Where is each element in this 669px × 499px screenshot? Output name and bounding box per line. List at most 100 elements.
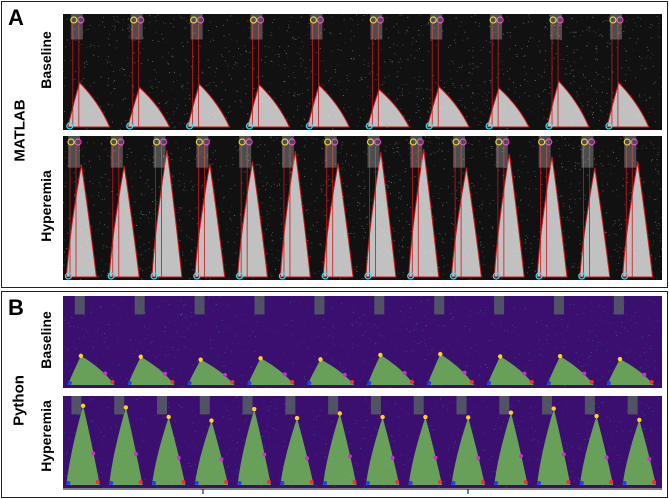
end-dot xyxy=(230,380,235,384)
end-dot xyxy=(181,480,186,484)
valley-dot xyxy=(365,481,370,485)
flare xyxy=(254,296,265,315)
peak-dot xyxy=(198,357,203,362)
panel-b-method-label: Python xyxy=(10,375,28,426)
flare xyxy=(370,396,381,415)
mid-dot xyxy=(518,454,523,459)
valley-dot xyxy=(109,481,114,485)
mid-dot xyxy=(561,452,566,457)
flare xyxy=(370,14,383,40)
peak-dot xyxy=(258,356,263,361)
flare xyxy=(285,396,296,415)
panel-a-method-label: MATLAB xyxy=(11,99,29,162)
end-dot xyxy=(170,380,175,384)
mid-dot xyxy=(647,456,652,461)
valley-dot xyxy=(67,381,72,385)
valley-dot xyxy=(537,481,542,485)
flare xyxy=(281,136,294,168)
peak-dot xyxy=(497,354,503,359)
mid-dot xyxy=(133,451,138,456)
flare xyxy=(194,296,205,315)
mid-dot xyxy=(219,457,224,462)
valley-dot xyxy=(546,381,551,385)
peak-dot xyxy=(465,415,471,420)
flare xyxy=(114,396,125,415)
peak-dot xyxy=(318,357,323,362)
panel-a-letter: A xyxy=(8,5,24,30)
flare xyxy=(70,14,83,40)
end-dot xyxy=(469,380,474,384)
flare xyxy=(584,396,595,415)
mid-dot xyxy=(522,371,527,376)
peak-dot xyxy=(294,415,300,421)
peak-dot xyxy=(557,353,563,359)
peak-dot xyxy=(617,356,623,362)
panel-b-baseline-spectrogram xyxy=(63,296,662,388)
panel-b-row1-label: Baseline xyxy=(38,311,54,369)
peak-dot xyxy=(380,414,385,420)
panel-b-row2-label: Hyperemia xyxy=(38,400,54,472)
flare xyxy=(134,296,145,315)
end-dot xyxy=(224,480,229,484)
valley-dot xyxy=(579,481,584,485)
end-dot xyxy=(649,380,654,384)
flare xyxy=(613,296,624,315)
flare xyxy=(68,136,81,168)
panel-b-hyperemia-spectrogram xyxy=(63,396,662,488)
flare xyxy=(410,136,423,168)
valley-dot xyxy=(494,481,499,485)
mid-dot xyxy=(342,372,347,377)
end-dot xyxy=(529,380,534,384)
flare xyxy=(250,14,263,40)
panel-a-row1-label: Baseline xyxy=(38,31,54,89)
mid-dot xyxy=(103,371,108,376)
valley-dot xyxy=(247,381,252,385)
flare xyxy=(413,396,424,415)
mid-dot xyxy=(433,455,438,460)
peak-dot xyxy=(209,418,214,423)
end-dot xyxy=(523,480,528,484)
flare xyxy=(430,14,443,40)
mid-dot xyxy=(163,371,168,376)
valley-dot xyxy=(194,481,199,485)
peak-dot xyxy=(123,405,129,410)
valley-dot xyxy=(280,481,285,485)
mid-dot xyxy=(282,372,287,377)
flare xyxy=(581,136,594,168)
flare xyxy=(199,396,210,415)
valley-dot xyxy=(408,481,413,485)
panel-b-letter: B xyxy=(8,295,24,320)
end-dot xyxy=(652,480,657,484)
peak-dot xyxy=(551,406,556,411)
flare xyxy=(550,14,563,40)
flare xyxy=(153,136,166,168)
flare xyxy=(367,136,380,168)
flare xyxy=(490,14,503,40)
panel-b-axis-ticks xyxy=(63,488,662,494)
panel-a-baseline-spectrogram xyxy=(63,14,662,130)
end-dot xyxy=(266,480,271,484)
mid-dot xyxy=(390,455,395,460)
end-dot xyxy=(110,380,115,384)
end-dot xyxy=(438,480,443,484)
flare xyxy=(434,296,445,315)
mid-dot xyxy=(347,454,352,459)
end-dot xyxy=(410,380,415,384)
flare xyxy=(310,14,323,40)
valley-dot xyxy=(151,481,156,485)
flare xyxy=(624,136,637,168)
peak-dot xyxy=(438,351,443,357)
panel-a-row2-label: Hyperemia xyxy=(38,170,54,242)
valley-dot xyxy=(323,481,328,485)
mid-dot xyxy=(262,452,267,457)
flare xyxy=(627,396,638,415)
panel-a-hyperemia-spectrogram xyxy=(63,136,662,280)
mid-dot xyxy=(582,371,587,376)
flare xyxy=(453,136,466,168)
peak-dot xyxy=(637,417,642,423)
flare xyxy=(190,14,203,40)
end-dot xyxy=(352,480,357,484)
mid-dot xyxy=(642,372,647,377)
valley-dot xyxy=(367,381,372,385)
flare xyxy=(456,396,467,415)
